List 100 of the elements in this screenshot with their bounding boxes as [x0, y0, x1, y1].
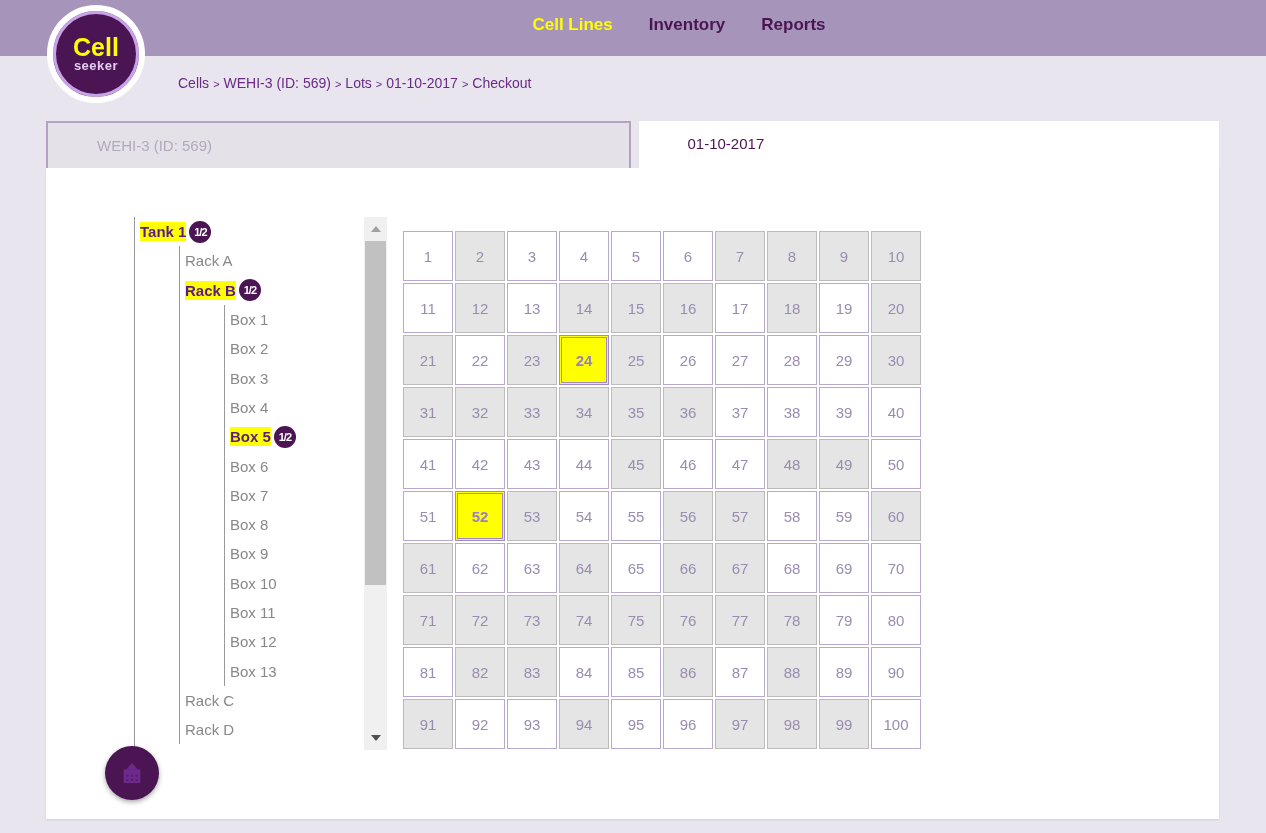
scroll-up-icon[interactable]	[370, 226, 381, 232]
box-position[interactable]: 64	[559, 543, 609, 593]
box-position[interactable]: 21	[403, 335, 453, 385]
box-position[interactable]: 45	[611, 439, 661, 489]
box-position[interactable]: 56	[663, 491, 713, 541]
box-position[interactable]: 72	[455, 595, 505, 645]
tree-item[interactable]: Box 2	[230, 340, 269, 358]
tree-item[interactable]: Box 10	[230, 574, 277, 592]
box-position[interactable]: 70	[871, 543, 921, 593]
box-position[interactable]: 33	[507, 387, 557, 437]
box-position[interactable]: 9	[819, 231, 869, 281]
box-position[interactable]: 25	[611, 335, 661, 385]
box-position[interactable]: 41	[403, 439, 453, 489]
box-position[interactable]: 92	[455, 699, 505, 749]
box-position[interactable]: 54	[559, 491, 609, 541]
box-position[interactable]: 22	[455, 335, 505, 385]
box-position[interactable]: 17	[715, 283, 765, 333]
box-position[interactable]: 44	[559, 439, 609, 489]
box-position[interactable]: 10	[871, 231, 921, 281]
box-position[interactable]: 53	[507, 491, 557, 541]
box-position[interactable]: 69	[819, 543, 869, 593]
tab[interactable]: 01-10-2017	[638, 121, 1219, 168]
box-position[interactable]: 79	[819, 595, 869, 645]
box-position[interactable]: 50	[871, 439, 921, 489]
tab[interactable]: WEHI-3 (ID: 569)	[46, 121, 631, 168]
breadcrumb-link[interactable]: 01-10-2017	[386, 75, 458, 91]
box-position[interactable]: 86	[663, 647, 713, 697]
box-position[interactable]: 51	[403, 491, 453, 541]
box-position[interactable]: 43	[507, 439, 557, 489]
box-position[interactable]: 100	[871, 699, 921, 749]
box-position[interactable]: 48	[767, 439, 817, 489]
box-position[interactable]: 77	[715, 595, 765, 645]
box-position[interactable]: 24	[559, 335, 609, 385]
scroll-down-icon[interactable]	[370, 735, 381, 741]
box-position[interactable]: 18	[767, 283, 817, 333]
breadcrumb-link[interactable]: Cells	[178, 75, 210, 91]
box-position[interactable]: 46	[663, 439, 713, 489]
box-position[interactable]: 15	[611, 283, 661, 333]
box-position[interactable]: 87	[715, 647, 765, 697]
box-position[interactable]: 29	[819, 335, 869, 385]
box-position[interactable]: 68	[767, 543, 817, 593]
box-position[interactable]: 90	[871, 647, 921, 697]
box-position[interactable]: 12	[455, 283, 505, 333]
box-position[interactable]: 80	[871, 595, 921, 645]
tree-item[interactable]: Box 9	[230, 545, 269, 563]
tree-item[interactable]: Tank 1	[140, 222, 187, 242]
box-position[interactable]: 23	[507, 335, 557, 385]
box-position[interactable]: 94	[559, 699, 609, 749]
box-position[interactable]: 36	[663, 387, 713, 437]
box-position[interactable]: 63	[507, 543, 557, 593]
breadcrumb-link[interactable]: Checkout	[472, 75, 532, 91]
box-position[interactable]: 19	[819, 283, 869, 333]
box-position[interactable]: 28	[767, 335, 817, 385]
box-position[interactable]: 85	[611, 647, 661, 697]
box-position[interactable]: 74	[559, 595, 609, 645]
tree-item[interactable]: Box 11	[230, 604, 276, 621]
box-position[interactable]: 32	[455, 387, 505, 437]
upload-button[interactable]	[105, 746, 159, 800]
box-position[interactable]: 96	[663, 699, 713, 749]
box-position[interactable]: 31	[403, 387, 453, 437]
box-position[interactable]: 89	[819, 647, 869, 697]
box-position[interactable]: 73	[507, 595, 557, 645]
breadcrumb-link[interactable]: WEHI-3 (ID: 569)	[223, 75, 331, 91]
box-position[interactable]: 3	[507, 231, 557, 281]
scrollbar-thumb[interactable]	[365, 241, 386, 585]
box-position[interactable]: 34	[559, 387, 609, 437]
box-position[interactable]: 14	[559, 283, 609, 333]
box-position[interactable]: 26	[663, 335, 713, 385]
box-position[interactable]: 39	[819, 387, 869, 437]
box-position[interactable]: 49	[819, 439, 869, 489]
nav-link[interactable]: Reports	[761, 15, 826, 35]
tree-item[interactable]: Box 5	[230, 427, 271, 447]
box-position[interactable]: 57	[715, 491, 765, 541]
logo[interactable]: Cell seeker	[47, 5, 145, 103]
box-position[interactable]: 13	[507, 283, 557, 333]
tree-item[interactable]: Rack A	[185, 252, 233, 270]
box-position[interactable]: 5	[611, 231, 661, 281]
box-position[interactable]: 59	[819, 491, 869, 541]
box-position[interactable]: 66	[663, 543, 713, 593]
tree-item[interactable]: Rack C	[185, 691, 235, 709]
box-position[interactable]: 42	[455, 439, 505, 489]
box-position[interactable]: 1	[403, 231, 453, 281]
box-position[interactable]: 40	[871, 387, 921, 437]
tree-item[interactable]: Box 3	[230, 369, 269, 387]
box-position[interactable]: 60	[871, 491, 921, 541]
box-position[interactable]: 81	[403, 647, 453, 697]
box-position[interactable]: 35	[611, 387, 661, 437]
tree-item[interactable]: Box 1	[230, 311, 269, 329]
box-position[interactable]: 88	[767, 647, 817, 697]
box-position[interactable]: 2	[455, 231, 505, 281]
box-position[interactable]: 16	[663, 283, 713, 333]
box-position[interactable]: 11	[403, 283, 453, 333]
box-position[interactable]: 65	[611, 543, 661, 593]
box-position[interactable]: 58	[767, 491, 817, 541]
box-position[interactable]: 83	[507, 647, 557, 697]
box-position[interactable]: 84	[559, 647, 609, 697]
tree-item[interactable]: Box 13	[230, 662, 277, 680]
box-position[interactable]: 75	[611, 595, 661, 645]
box-position[interactable]: 95	[611, 699, 661, 749]
box-position[interactable]: 38	[767, 387, 817, 437]
